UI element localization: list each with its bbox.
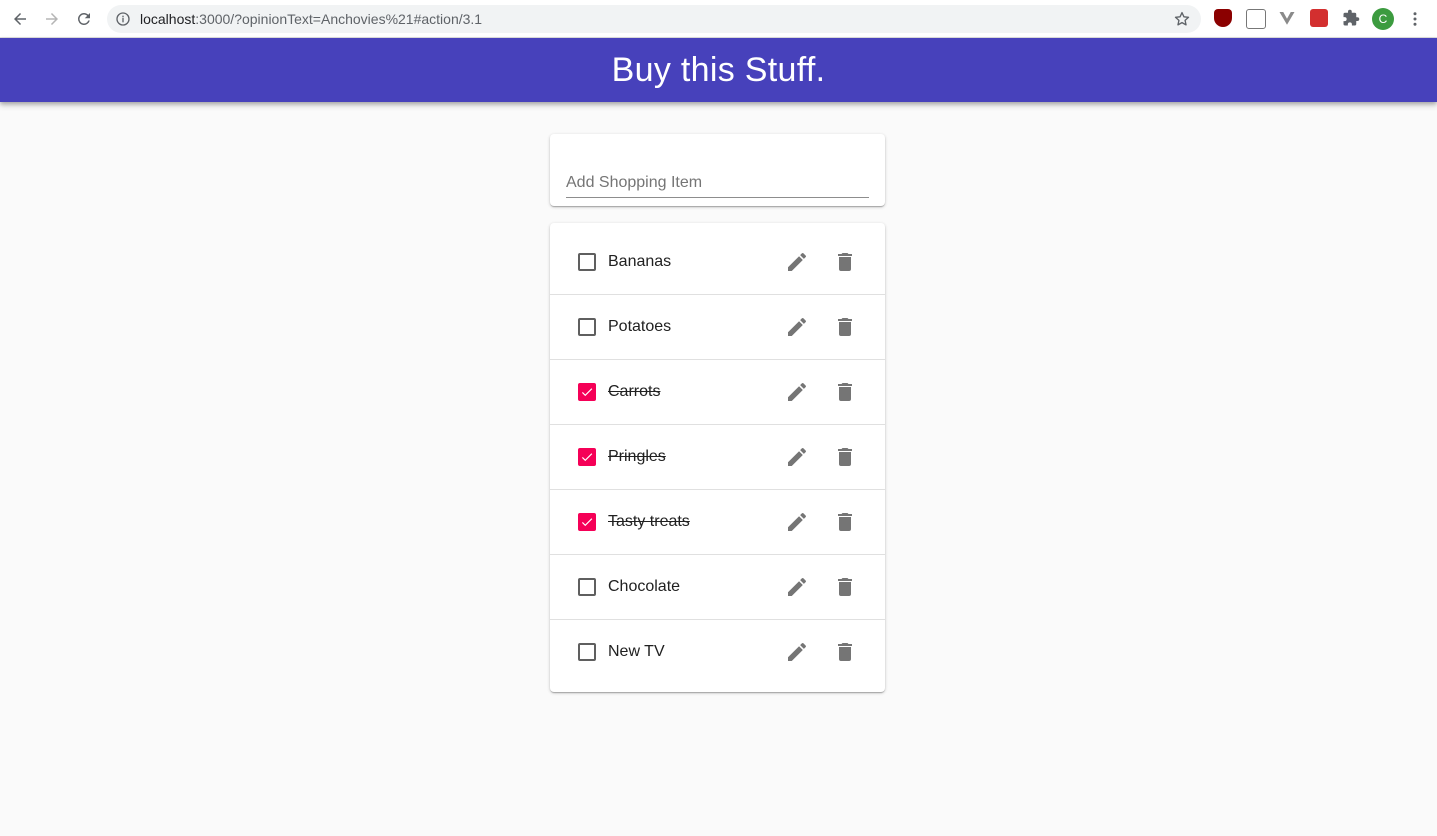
pencil-icon	[788, 382, 807, 401]
item-label: Bananas	[608, 253, 672, 270]
edit-button[interactable]	[785, 380, 809, 404]
app-title: Buy this Stuff.	[611, 50, 826, 89]
trash-icon	[838, 383, 852, 401]
arrow-left-icon	[14, 13, 26, 25]
url-path: :3000/?opinionText=Anchovies%21#action/3…	[195, 11, 483, 27]
list-item: Carrots	[550, 360, 885, 425]
edit-button[interactable]	[785, 315, 809, 339]
info-icon[interactable]	[115, 11, 131, 27]
check-icon	[581, 453, 593, 462]
css-extension-icon[interactable]	[1246, 9, 1266, 29]
item-checkbox[interactable]	[578, 643, 596, 661]
url-text: localhost:3000/?opinionText=Anchovies%21…	[140, 11, 482, 27]
reload-icon	[77, 12, 90, 25]
list-item: Potatoes	[550, 295, 885, 360]
trash-icon	[838, 578, 852, 596]
trash-icon	[838, 643, 852, 661]
item-label: New TV	[608, 643, 665, 660]
delete-button[interactable]	[833, 250, 857, 274]
browser-toolbar: localhost:3000/?opinionText=Anchovies%21…	[0, 0, 1437, 38]
back-button[interactable]	[9, 8, 31, 30]
item-label: Pringles	[608, 448, 666, 465]
address-bar[interactable]: localhost:3000/?opinionText=Anchovies%21…	[107, 5, 1201, 33]
item-label: Chocolate	[608, 578, 681, 595]
list-item: Bananas	[550, 230, 885, 295]
edit-button[interactable]	[785, 575, 809, 599]
list-item: Tasty treats	[550, 490, 885, 555]
app-bar: Buy this Stuff.	[0, 38, 1437, 102]
forward-button[interactable]	[41, 8, 63, 30]
shopping-list-card: Bananas Potatoes Carrots Pringles Tasty …	[550, 223, 885, 692]
puzzle-icon[interactable]	[1342, 9, 1360, 27]
item-label: Tasty treats	[608, 513, 690, 530]
item-checkbox[interactable]	[578, 513, 596, 531]
trash-icon	[838, 253, 852, 271]
delete-button[interactable]	[833, 640, 857, 664]
pencil-icon	[788, 642, 807, 661]
delete-button[interactable]	[833, 575, 857, 599]
pencil-icon	[788, 252, 807, 271]
item-label: Carrots	[608, 383, 661, 400]
list-item: Pringles	[550, 425, 885, 490]
pencil-icon	[788, 512, 807, 531]
add-item-input[interactable]	[566, 168, 869, 198]
trash-icon	[838, 448, 852, 466]
item-checkbox[interactable]	[578, 253, 596, 271]
list-item: Chocolate	[550, 555, 885, 620]
profile-avatar[interactable]: C	[1372, 8, 1394, 30]
trash-icon	[838, 513, 852, 531]
more-vert-icon[interactable]	[1406, 9, 1424, 29]
arrow-right-icon	[46, 13, 58, 25]
item-checkbox[interactable]	[578, 578, 596, 596]
pencil-icon	[788, 447, 807, 466]
shopping-list: Bananas Potatoes Carrots Pringles Tasty …	[550, 230, 885, 685]
item-label: Potatoes	[608, 318, 672, 335]
edit-button[interactable]	[785, 510, 809, 534]
trash-icon	[838, 318, 852, 336]
red-extension-icon[interactable]	[1310, 9, 1328, 27]
ublock-extension-icon[interactable]	[1214, 9, 1232, 27]
edit-button[interactable]	[785, 640, 809, 664]
delete-button[interactable]	[833, 315, 857, 339]
add-item-card	[550, 134, 885, 206]
reload-button[interactable]	[73, 8, 95, 30]
delete-button[interactable]	[833, 445, 857, 469]
vue-extension-icon[interactable]	[1278, 9, 1296, 27]
list-item: New TV	[550, 620, 885, 685]
url-host: localhost	[140, 11, 196, 27]
edit-button[interactable]	[785, 445, 809, 469]
item-checkbox[interactable]	[578, 448, 596, 466]
edit-button[interactable]	[785, 250, 809, 274]
pencil-icon	[788, 317, 807, 336]
item-checkbox[interactable]	[578, 383, 596, 401]
delete-button[interactable]	[833, 380, 857, 404]
check-icon	[581, 388, 593, 397]
pencil-icon	[788, 577, 807, 596]
star-icon[interactable]	[1173, 10, 1191, 28]
item-checkbox[interactable]	[578, 318, 596, 336]
check-icon	[581, 518, 593, 527]
delete-button[interactable]	[833, 510, 857, 534]
